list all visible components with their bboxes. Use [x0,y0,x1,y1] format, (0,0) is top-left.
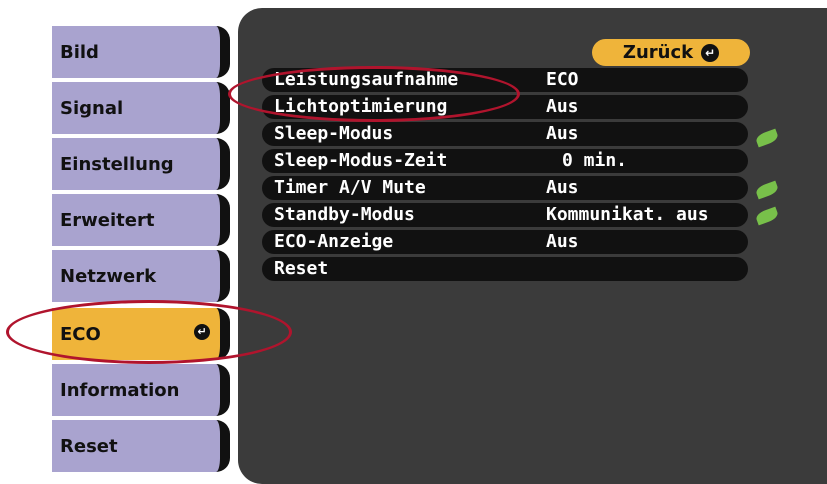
setting-value: ECO [546,69,579,90]
setting-label: Sleep-Modus [274,123,394,144]
setting-label: Sleep-Modus-Zeit [274,150,448,171]
setting-label: Standby-Modus [274,204,415,225]
setting-row-standby-modus[interactable]: Standby-Modus Kommunikat. aus [262,203,748,227]
setting-label: ECO-Anzeige [274,231,394,252]
enter-icon: ↵ [701,43,720,62]
menu-item-label: Information [60,379,180,401]
setting-row-sleep-modus-zeit[interactable]: Sleep-Modus-Zeit 0 min. [262,149,748,173]
setting-label: Reset [274,258,329,279]
setting-row-eco-anzeige[interactable]: ECO-Anzeige Aus [262,230,748,254]
eco-leaf-icon [754,128,780,148]
setting-value: Aus [546,177,579,198]
back-button-label: Zurück [622,42,694,63]
setting-value: 0 min. [562,150,628,171]
menu-item-erweitert[interactable]: Erweitert [52,194,230,246]
menu-item-bild[interactable]: Bild [52,26,230,78]
setting-row-reset[interactable]: Reset [262,257,748,281]
menu-item-label: Signal [60,97,124,119]
setting-value: Kommunikat. aus [546,204,709,225]
setting-label: Timer A/V Mute [274,177,426,198]
menu-item-netzwerk[interactable]: Netzwerk [52,250,230,302]
menu-item-label: Erweitert [60,209,155,231]
back-button[interactable]: Zurück ↵ [592,39,750,66]
menu-item-einstellung[interactable]: Einstellung [52,138,230,190]
menu-item-label: Reset [60,435,118,457]
main-menu: Bild Signal Einstellung Erweitert Netzwe… [52,18,252,474]
setting-row-sleep-modus[interactable]: Sleep-Modus Aus [262,122,748,146]
menu-item-information[interactable]: Information [52,364,230,416]
menu-item-label: Netzwerk [60,265,157,287]
setting-value: Aus [546,96,579,117]
menu-item-signal[interactable]: Signal [52,82,230,134]
annotation-oval [228,66,520,122]
menu-item-reset[interactable]: Reset [52,420,230,472]
annotation-oval [6,300,292,364]
menu-item-label: Bild [60,41,99,63]
eco-leaf-icon [754,180,780,200]
setting-value: Aus [546,123,579,144]
eco-leaf-icon [754,206,780,226]
menu-item-label: Einstellung [60,153,174,175]
setting-value: Aus [546,231,579,252]
setting-row-timer-av-mute[interactable]: Timer A/V Mute Aus [262,176,748,200]
